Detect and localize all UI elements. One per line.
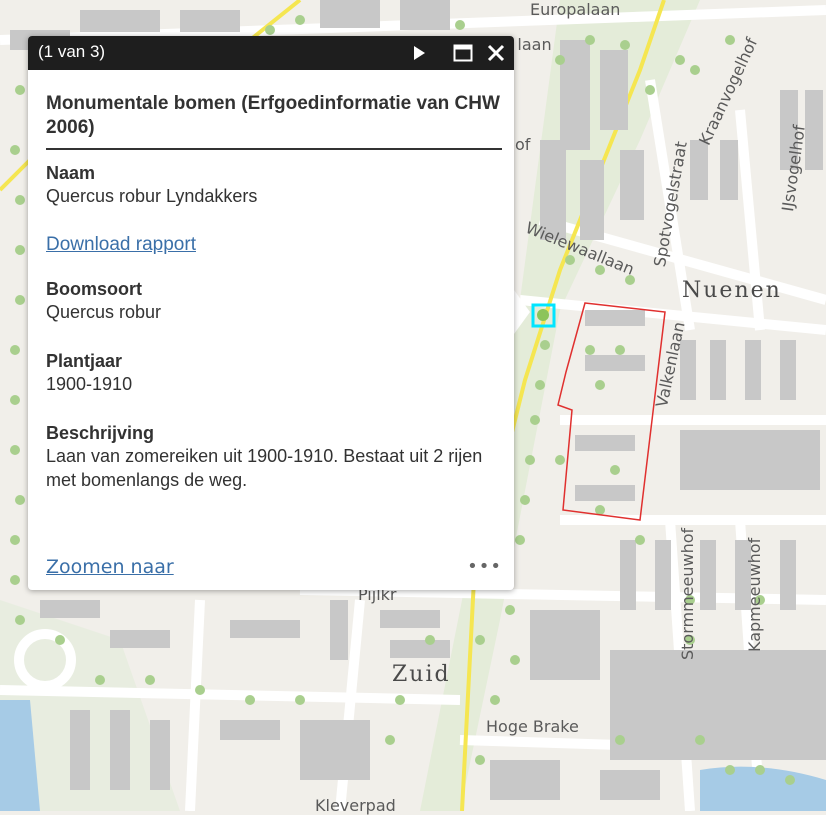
popup-counter: (1 van 3) (38, 42, 106, 61)
field-label-boomsoort: Boomsoort (46, 279, 142, 299)
close-icon (487, 44, 505, 62)
field-value-naam: Quercus robur Lyndakkers (46, 186, 258, 206)
popup-footer: Zoomen naar ••• (46, 556, 502, 578)
popup-title: Monumentale bomen (Erfgoedinformatie van… (46, 92, 502, 150)
popup-pointer (514, 290, 530, 334)
maximize-button[interactable] (452, 42, 474, 64)
map-label-nuenen: Nuenen (682, 278, 782, 303)
popup-header: (1 van 3) (28, 36, 514, 70)
map-label-zuid: Zuid (392, 662, 451, 687)
close-button[interactable] (485, 42, 507, 64)
map-label-of: of (515, 135, 531, 154)
feature-popup: (1 van 3) Monumentale bomen (Erfgoedinfo… (28, 36, 514, 590)
map-label-kleverpad: Kleverpad (315, 796, 396, 815)
map-label-hoge-brake: Hoge Brake (486, 717, 579, 736)
field-value-boomsoort: Quercus robur (46, 302, 162, 322)
map-label-europalaan: Europalaan (530, 0, 621, 19)
field-value-beschrijving: Laan van zomereiken uit 1900-1910. Besta… (46, 446, 483, 490)
more-icon[interactable]: ••• (467, 556, 502, 577)
field-label-beschrijving: Beschrijving (46, 423, 155, 443)
download-report-link[interactable]: Download rapport (46, 234, 196, 256)
next-button[interactable] (408, 42, 430, 64)
maximize-icon (453, 44, 473, 62)
zoom-to-link[interactable]: Zoomen naar (46, 556, 174, 578)
popup-body: Monumentale bomen (Erfgoedinformatie van… (46, 92, 502, 492)
field-value-plantjaar: 1900-1910 (46, 374, 133, 394)
field-label-plantjaar: Plantjaar (46, 351, 123, 371)
play-icon (414, 46, 425, 60)
map-label-kapmeeuwhof: Kapmeeuwhof (745, 537, 764, 652)
map-label-stormmeeuwhof: Stormmeeuwhof (678, 527, 697, 660)
field-label-naam: Naam (46, 163, 96, 183)
